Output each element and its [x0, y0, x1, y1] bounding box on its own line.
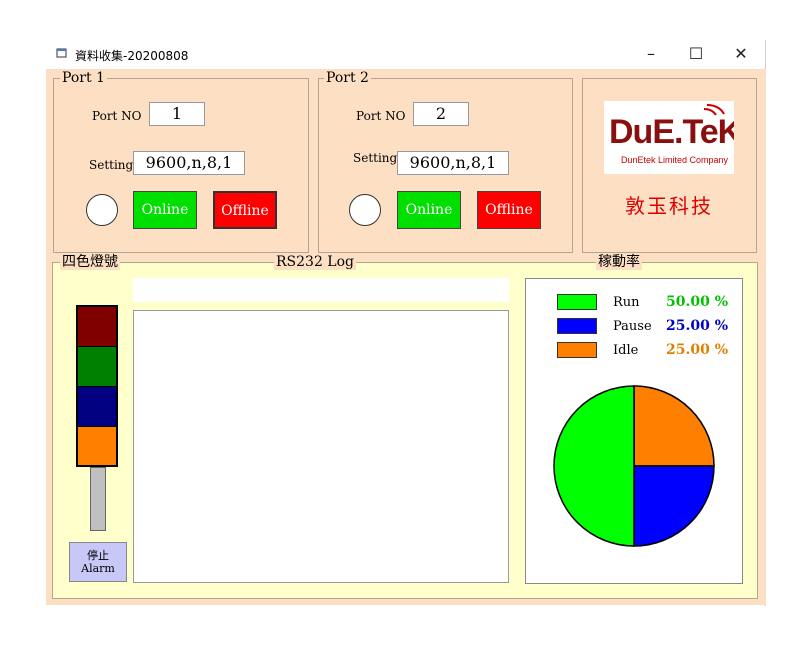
port2-offline-button[interactable]: Offline — [477, 191, 541, 229]
log-input[interactable] — [133, 278, 509, 302]
port2-setting-label: Setting — [353, 151, 398, 165]
legend-swatch-idle — [557, 342, 597, 358]
logo-brand-text: DuE.TeK — [609, 113, 734, 151]
window-title: 資料收集-20200808 — [75, 49, 189, 63]
duetek-logo-image: DuE.TeK DunEtek Limited Company — [609, 104, 744, 165]
legend-value-run: 50.00 % — [666, 294, 729, 310]
port1-setting-input[interactable]: 9600,n,8,1 — [133, 151, 245, 175]
signal-light-green — [78, 347, 116, 387]
close-button[interactable]: ✕ — [726, 42, 756, 66]
port1-title: Port 1 — [60, 70, 107, 86]
window-app-icon — [56, 48, 67, 58]
stop-alarm-label-cn: 停止 — [87, 549, 109, 562]
logo-subtitle: DunEtek Limited Company — [621, 155, 729, 165]
port2-no-label: Port NO — [356, 109, 406, 123]
maximize-button[interactable]: ☐ — [681, 42, 711, 66]
legend-swatch-pause — [557, 318, 597, 334]
log-title: RS232 Log — [274, 254, 356, 270]
utilization-title: 稼動率 — [596, 254, 642, 270]
port1-no-label: Port NO — [92, 109, 142, 123]
stop-alarm-button[interactable]: 停止 Alarm — [69, 542, 127, 582]
log-textarea[interactable] — [133, 310, 509, 583]
port1-online-button[interactable]: Online — [133, 191, 197, 229]
port2-title: Port 2 — [324, 70, 371, 86]
company-name: 敦玉科技 — [625, 194, 713, 218]
signal-tower-pole — [90, 467, 106, 531]
stop-alarm-label-en: Alarm — [81, 562, 115, 575]
company-logo: DuE.TeK DunEtek Limited Company — [604, 101, 744, 174]
signal-tower — [76, 305, 118, 467]
port2-setting-input[interactable]: 9600,n,8,1 — [397, 151, 509, 175]
signal-light-blue — [78, 387, 116, 427]
signal-light-red — [78, 307, 116, 347]
pie-slice-idle — [633, 385, 715, 467]
legend-value-idle: 25.00 % — [666, 342, 729, 358]
port1-setting-label: Setting — [89, 158, 134, 172]
legend-swatch-run — [557, 294, 597, 310]
signal-light-orange — [78, 427, 116, 465]
utilization-pie-chart — [553, 385, 715, 547]
legend-value-pause: 25.00 % — [666, 318, 729, 334]
legend-name-run: Run — [613, 295, 640, 310]
port2-online-button[interactable]: Online — [397, 191, 461, 229]
pie-slice-run — [553, 385, 635, 547]
legend-name-idle: Idle — [613, 343, 639, 358]
port1-offline-button[interactable]: Offline — [213, 191, 277, 229]
signal-title: 四色燈號 — [60, 254, 120, 270]
port2-no-input[interactable]: 2 — [413, 102, 469, 126]
port2-status-led — [349, 194, 381, 226]
pie-slice-pause — [633, 465, 715, 547]
minimize-button[interactable]: – — [636, 42, 666, 66]
port1-status-led — [86, 194, 118, 226]
legend-name-pause: Pause — [613, 319, 652, 334]
port1-no-input[interactable]: 1 — [149, 102, 205, 126]
